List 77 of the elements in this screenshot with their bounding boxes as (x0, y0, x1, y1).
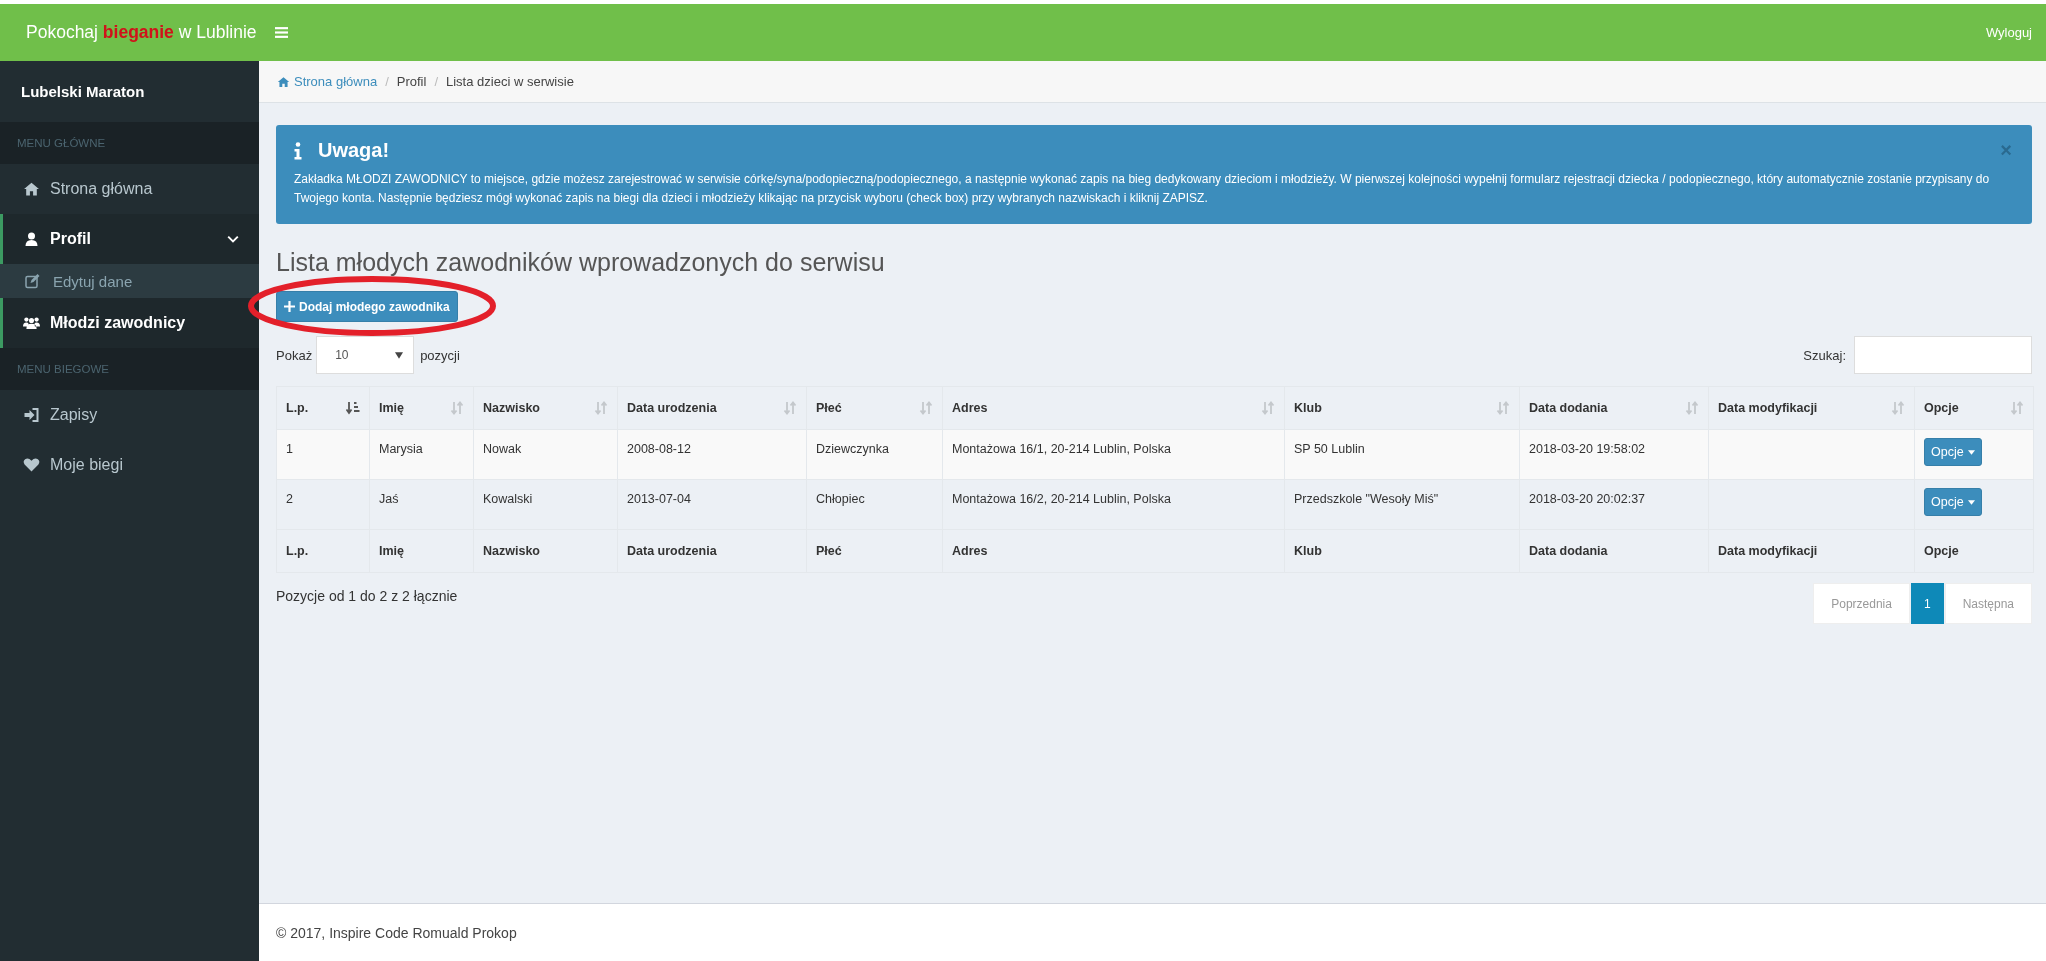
sidebar-item[interactable]: Strona główna (0, 164, 259, 214)
sidebar-title: Lubelski Maraton (20, 82, 146, 102)
column-footer: L.p. (276, 529, 370, 573)
options-dropdown-button[interactable]: Opcje (1924, 488, 1982, 516)
column-header[interactable]: Imię (369, 386, 474, 430)
heart-icon (23, 457, 40, 473)
table-cell: Jaś (369, 479, 474, 530)
breadcrumb-separator: / (434, 74, 438, 89)
breadcrumb-item: Profil (396, 74, 427, 89)
table-cell: 2008-08-12 (617, 429, 807, 480)
column-header[interactable]: Adres (942, 386, 1285, 430)
table-cell: Przedszkole "Wesoły Miś" (1284, 479, 1520, 530)
copyright-text: © 2017, Inspire Code Romuald Prokop (276, 924, 517, 941)
breadcrumb-separator: / (385, 74, 389, 89)
column-header[interactable]: Opcje (1914, 386, 2034, 430)
search-field[interactable] (1854, 336, 2032, 374)
sidebar-subitem[interactable]: Edytuj dane (0, 264, 259, 298)
table-cell: Marysia (369, 429, 474, 480)
dropdown-arrow-icon (395, 351, 404, 359)
column-header[interactable]: Data modyfikacji (1708, 386, 1915, 430)
table-cell: SP 50 Lublin (1284, 429, 1520, 480)
column-footer: Data urodzenia (617, 529, 807, 573)
breadcrumb-item: Lista dzieci w serwisie (446, 74, 574, 89)
table-cell: Nowak (473, 429, 618, 480)
column-header[interactable]: L.p. (276, 386, 370, 430)
table-cell: 2018-03-20 20:02:37 (1519, 479, 1709, 530)
table-cell: 2 (276, 479, 370, 530)
search-label: Szukaj: (1803, 347, 1846, 363)
table-info: Pozycje od 1 do 2 z 2 łącznie (276, 587, 458, 604)
menu-section-label: MENU BIEGOWE (0, 348, 259, 390)
length-label: pozycji (420, 347, 460, 363)
table-cell: Montażowa 16/2, 20-214 Lublin, Polska (942, 479, 1285, 530)
sign-in-icon (23, 407, 40, 423)
column-footer: Nazwisko (473, 529, 618, 573)
caret-icon (1967, 499, 1975, 505)
sidebar-item[interactable]: Zapisy (0, 390, 259, 440)
table-cell: Montażowa 16/1, 20-214 Lublin, Polska (942, 429, 1285, 480)
page-heading: Lista młodych zawodników wprowadzonych do serwisu (276, 248, 886, 277)
table-cell: 2013-07-04 (617, 479, 807, 530)
edit-icon (24, 273, 41, 289)
user-icon (23, 231, 40, 247)
length-label: Pokaż (276, 347, 313, 363)
column-footer: Imię (369, 529, 474, 573)
column-footer: Płeć (806, 529, 943, 573)
column-footer: Data modyfikacji (1708, 529, 1915, 573)
column-footer: Opcje (1914, 529, 2034, 573)
column-header[interactable]: Nazwisko (473, 386, 618, 430)
sidebar-item[interactable]: Profil (0, 214, 259, 264)
page-button[interactable]: 1 (1910, 583, 1944, 624)
breadcrumb-link[interactable]: Strona główna (277, 74, 378, 89)
column-footer: Klub (1284, 529, 1520, 573)
column-footer: Adres (942, 529, 1285, 573)
home-icon (23, 181, 40, 197)
column-header[interactable]: Płeć (806, 386, 943, 430)
caret-icon (1967, 449, 1975, 455)
table-cell: Kowalski (473, 479, 618, 530)
sidebar-item[interactable]: Moje biegi (0, 440, 259, 490)
plus-icon (284, 301, 295, 312)
table-cell: 1 (276, 429, 370, 480)
info-icon (294, 141, 302, 160)
users-icon (23, 315, 40, 331)
options-dropdown-button[interactable]: Opcje (1924, 438, 1982, 466)
column-header[interactable]: Data dodania (1519, 386, 1709, 430)
add-athlete-button[interactable]: Dodaj młodego zawodnika (276, 291, 458, 322)
column-footer: Data dodania (1519, 529, 1709, 573)
column-header[interactable]: Klub (1284, 386, 1520, 430)
alert-text: Zakładka MŁODZI ZAWODNICY to miejsce, gdzie możesz zarejestrować w serwisie córkę/syna/podopieczną/podopiecznego, a następnie wykonać zapis na bieg dedykowany dzieciom i młodzieży. W pierwszej kolejności wypełnij formularz rejestracji dziecka / podopiecznego, który automatycznie zostanie przypisany do Twojego konta. Następnie będziesz mógł wykonać zapis na biegi dla dzieci i młodzieży klikając na przycisk wyboru (check box) przy wybranych nazwiskach i kliknij ZAPISZ. (294, 171, 1991, 207)
menu-section-label: MENU GŁÓWNE (0, 122, 259, 164)
column-header[interactable]: Data urodzenia (617, 386, 807, 430)
page-size-select[interactable]: 10 (316, 336, 415, 374)
alert-title: Uwaga! (318, 139, 390, 162)
sidebar-item[interactable]: Młodzi zawodnicy (0, 298, 259, 348)
table-cell: 2018-03-20 19:58:02 (1519, 429, 1709, 480)
table-cell: Dziewczynka (806, 429, 943, 480)
home-icon (277, 75, 290, 88)
table-cell: Chłopiec (806, 479, 943, 530)
menu-icon[interactable] (275, 27, 288, 38)
